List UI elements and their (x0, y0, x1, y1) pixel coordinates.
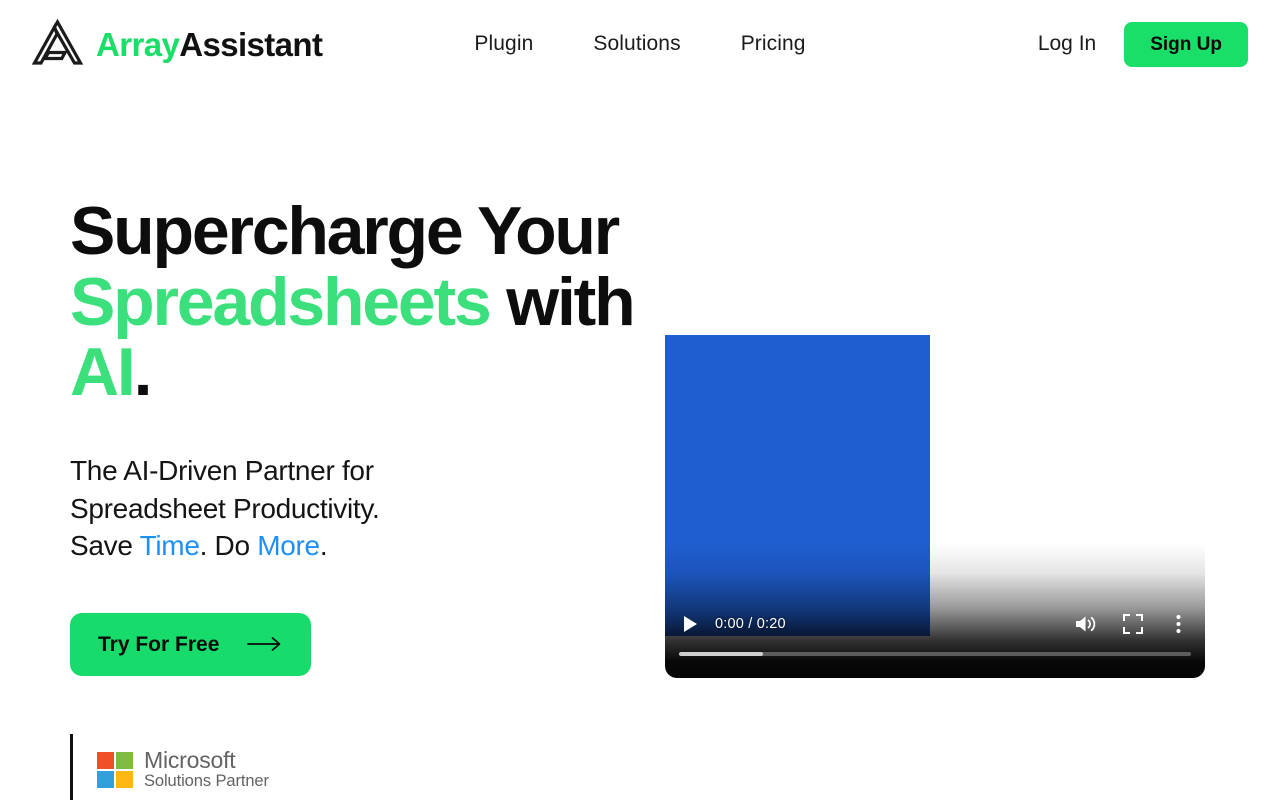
login-link[interactable]: Log In (1038, 32, 1096, 56)
signup-button[interactable]: Sign Up (1124, 21, 1248, 67)
video-progress-bar[interactable] (679, 652, 1191, 656)
play-button[interactable] (679, 613, 701, 635)
hero-copy: Supercharge Your Spreadsheets with AI. T… (0, 88, 660, 800)
product-demo-video-player[interactable]: 0:00 / 0:20 (665, 335, 1205, 678)
hero-headline-with: with (489, 263, 635, 340)
microsoft-square-yellow (116, 770, 133, 788)
video-time-display: 0:00 / 0:20 (715, 616, 786, 632)
hero-sub-more: More (257, 530, 320, 562)
solutions-partner-label: Solutions Partner (144, 772, 269, 791)
hero-sub-time: Time (139, 530, 200, 562)
microsoft-wordmark: Microsoft (144, 747, 236, 774)
more-vertical-icon (1176, 615, 1180, 633)
hero-headline-line1: Supercharge Your (70, 193, 620, 269)
microsoft-badge-text: Microsoft Solutions Partner (144, 748, 269, 791)
brand-name-array: Array (96, 25, 180, 63)
nav-item-plugin[interactable]: Plugin (474, 32, 533, 56)
hero-headline-spreadsheets: Spreadsheets (70, 263, 492, 340)
nav-item-pricing[interactable]: Pricing (741, 32, 806, 56)
hero-subheadline: The AI-Driven Partner for Spreadsheet Pr… (70, 452, 660, 565)
hero-sub-line1: The AI-Driven Partner for (70, 455, 374, 487)
badge-divider (70, 733, 73, 800)
arrow-right-icon (247, 637, 281, 652)
hero-sub-period: . (319, 530, 328, 562)
microsoft-square-red (97, 751, 114, 769)
array-assistant-logo-icon (31, 18, 84, 65)
video-buffered-range (679, 652, 764, 656)
fullscreen-button[interactable] (1121, 612, 1145, 636)
try-for-free-button[interactable]: Try For Free (70, 612, 312, 676)
hero-section: Supercharge Your Spreadsheets with AI. T… (0, 88, 1280, 800)
microsoft-logo-icon (97, 751, 133, 788)
site-header: ArrayAssistant Plugin Solutions Pricing … (0, 0, 1280, 88)
brand-logo-link[interactable]: ArrayAssistant (30, 18, 323, 70)
hero-headline-period: . (133, 334, 153, 411)
cta-label: Try For Free (98, 632, 220, 656)
hero-sub-line2: Spreadsheet Productivity. (70, 492, 380, 524)
header-actions: Log In Sign Up (1038, 21, 1248, 67)
hero-media: 0:00 / 0:20 (660, 88, 1280, 800)
more-options-button[interactable] (1169, 612, 1187, 636)
hero-sub-do: . Do (199, 530, 258, 562)
microsoft-square-blue (97, 770, 114, 788)
hero-headline-ai: AI (70, 334, 136, 411)
microsoft-solutions-partner-badge: Microsoft Solutions Partner (70, 733, 660, 800)
video-controls-bar: 0:00 / 0:20 (665, 604, 1205, 644)
microsoft-square-green (116, 751, 133, 769)
hero-sub-save: Save (70, 530, 140, 562)
hero-headline: Supercharge Your Spreadsheets with AI. (70, 196, 660, 408)
volume-on-icon (1076, 616, 1096, 632)
nav-item-solutions[interactable]: Solutions (593, 32, 680, 56)
brand-name: ArrayAssistant (96, 25, 323, 63)
video-poster-frame (665, 335, 930, 636)
microsoft-lockup: Microsoft Solutions Partner (97, 748, 269, 791)
play-icon (684, 616, 697, 632)
volume-button[interactable] (1073, 612, 1099, 636)
fullscreen-icon (1123, 614, 1143, 634)
brand-name-assistant: Assistant (179, 25, 323, 63)
